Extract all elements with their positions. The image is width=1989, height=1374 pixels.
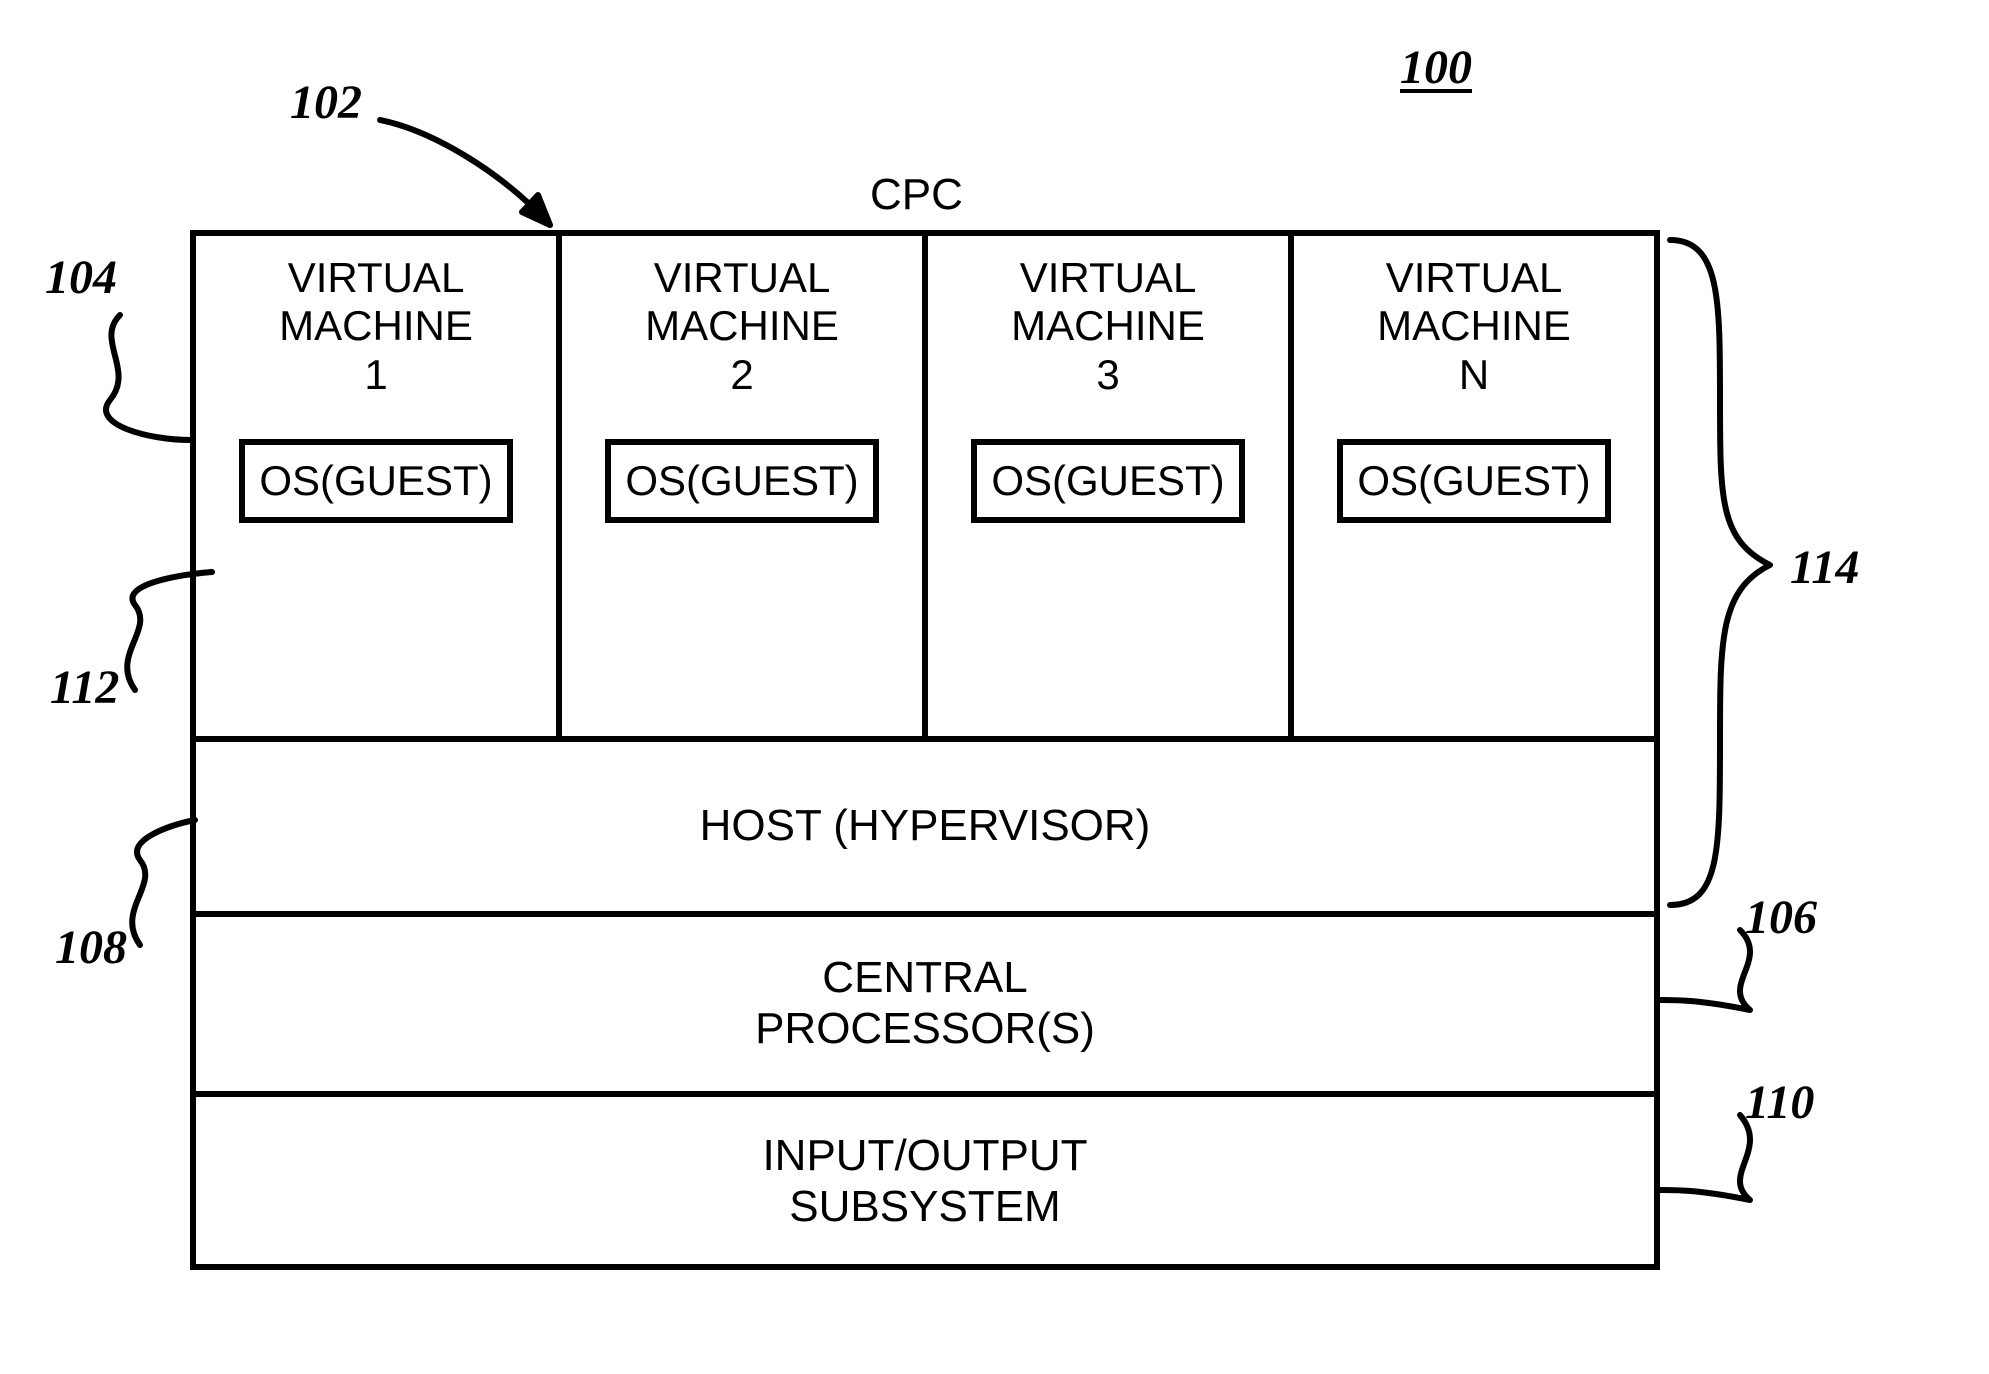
lead-lines (0, 0, 1989, 1374)
